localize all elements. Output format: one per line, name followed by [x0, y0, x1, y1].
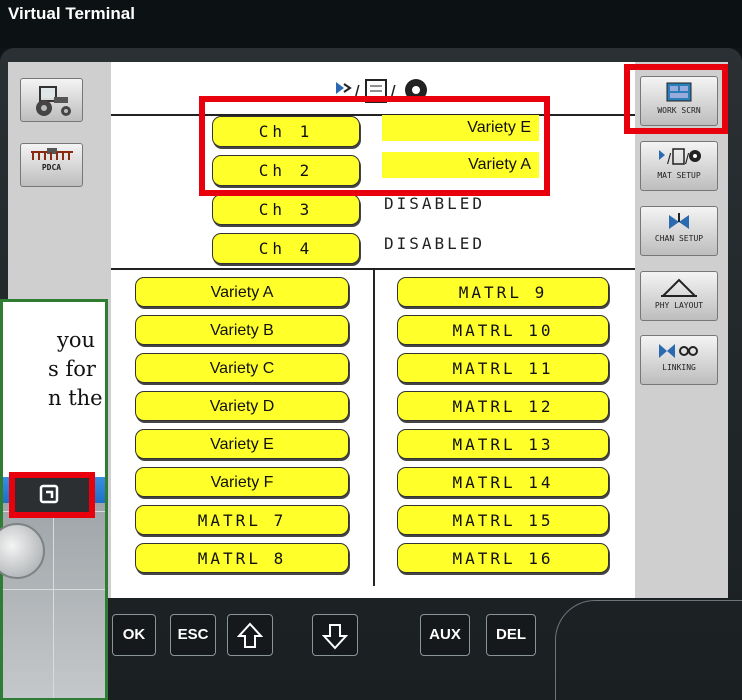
- tractor-button[interactable]: [20, 78, 83, 122]
- material-button[interactable]: Variety D: [135, 391, 349, 421]
- channel-highlight-box: [199, 96, 550, 196]
- material-button[interactable]: Variety C: [135, 353, 349, 383]
- material-button[interactable]: MATRL 10: [397, 315, 609, 345]
- linking-label: LINKING: [662, 363, 696, 372]
- material-button[interactable]: MATRL 15: [397, 505, 609, 535]
- embedded-grid-line: [3, 589, 105, 590]
- material-button[interactable]: Variety E: [135, 429, 349, 459]
- window-control-highlight-box: [9, 472, 95, 518]
- material-button[interactable]: MATRL 8: [135, 543, 349, 573]
- linking-icon: [659, 344, 698, 358]
- material-button[interactable]: MATRL 14: [397, 467, 609, 497]
- arrow-up-icon: [236, 622, 264, 648]
- column-divider: [373, 270, 375, 586]
- boom-layout-icon: [661, 278, 697, 297]
- work-screen-highlight-box: [624, 64, 728, 134]
- linking-button[interactable]: LINKING: [640, 335, 718, 385]
- material-setup-button[interactable]: / / MAT SETUP: [640, 141, 718, 191]
- material-button[interactable]: MATRL 16: [397, 543, 609, 573]
- up-arrow-button[interactable]: [227, 614, 273, 656]
- material-button[interactable]: MATRL 9: [397, 277, 609, 307]
- arrow-down-icon: [321, 624, 349, 650]
- callout-line-2: s for: [48, 357, 96, 381]
- magnifier-icon: [0, 523, 45, 579]
- callout-line-3: n the: [48, 386, 103, 410]
- channel-4-button[interactable]: Ch 4: [212, 233, 360, 264]
- material-setup-icon: / /: [659, 148, 701, 168]
- window-title: Virtual Terminal: [8, 4, 135, 23]
- physical-layout-label: PHY LAYOUT: [654, 301, 704, 310]
- restore-window-icon: [39, 484, 59, 504]
- channel-4-value: DISABLED: [384, 234, 486, 253]
- esc-button[interactable]: ESC: [170, 614, 216, 656]
- channel-setup-label: CHAN SETUP: [654, 234, 704, 243]
- del-button[interactable]: DEL: [486, 614, 536, 656]
- ok-button[interactable]: OK: [112, 614, 156, 656]
- tutorial-callout: you s for n the: [0, 299, 108, 700]
- material-button[interactable]: Variety B: [135, 315, 349, 345]
- material-button[interactable]: Variety A: [135, 277, 349, 307]
- bezel-trim: [555, 600, 742, 700]
- material-button[interactable]: MATRL 13: [397, 429, 609, 459]
- channel-3-button[interactable]: Ch 3: [212, 194, 360, 225]
- planter-icon: [30, 148, 73, 160]
- material-setup-label: MAT SETUP: [657, 171, 701, 180]
- pdca-label: PDCA: [41, 163, 62, 172]
- tractor-icon: [35, 86, 71, 116]
- material-button[interactable]: Variety F: [135, 467, 349, 497]
- callout-line-1: you: [57, 328, 96, 352]
- material-button[interactable]: MATRL 12: [397, 391, 609, 421]
- channel-setup-button[interactable]: CHAN SETUP: [640, 206, 718, 256]
- embedded-grid-line: [53, 503, 54, 698]
- physical-layout-button[interactable]: PHY LAYOUT: [640, 271, 718, 321]
- down-arrow-button[interactable]: [312, 614, 358, 656]
- material-button[interactable]: MATRL 11: [397, 353, 609, 383]
- aux-button[interactable]: AUX: [420, 614, 470, 656]
- channel-3-value: DISABLED: [384, 194, 486, 213]
- valve-icon: [669, 213, 689, 229]
- svg-text:/: /: [685, 151, 690, 168]
- svg-text:/: /: [667, 151, 672, 168]
- pdca-button[interactable]: PDCA: [20, 143, 83, 187]
- material-button[interactable]: MATRL 7: [135, 505, 349, 535]
